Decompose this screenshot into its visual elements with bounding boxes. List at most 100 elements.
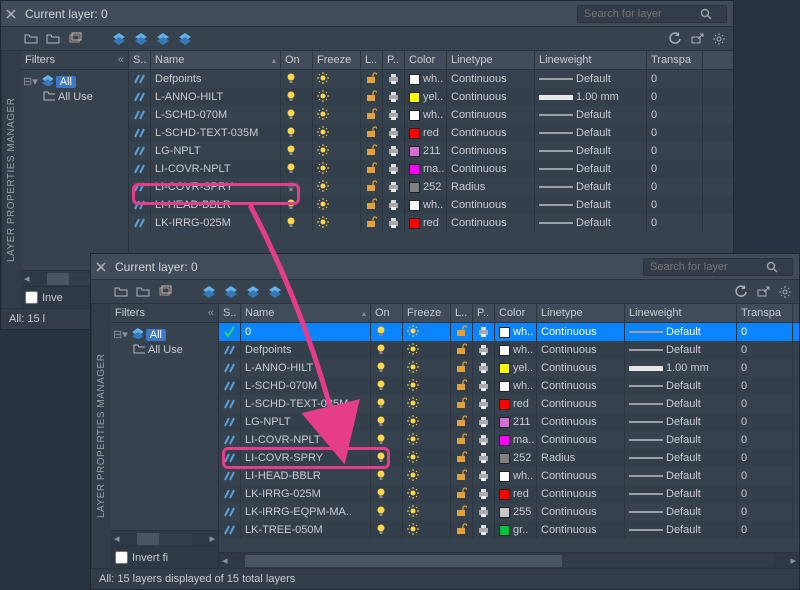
name-cell[interactable]: 0 — [241, 323, 371, 341]
lock-cell[interactable] — [451, 467, 473, 485]
lineweight-cell[interactable]: Default — [535, 214, 647, 232]
linetype-cell[interactable]: Continuous — [537, 323, 625, 341]
status-cell[interactable] — [219, 413, 241, 431]
freeze-cell[interactable] — [403, 323, 451, 341]
plot-cell[interactable] — [383, 124, 405, 142]
on-cell[interactable] — [371, 449, 403, 467]
col-freeze[interactable]: Freeze — [403, 304, 451, 322]
on-cell[interactable] — [371, 341, 403, 359]
layer-row[interactable]: LI-COVR-NPLTma..Continuous Default0 — [129, 160, 733, 178]
transparency-cell[interactable]: 0 — [737, 521, 793, 539]
scroll-track[interactable] — [137, 533, 193, 545]
name-cell[interactable]: L-SCHD-TEXT-035M — [151, 124, 281, 142]
transparency-cell[interactable]: 0 — [647, 88, 703, 106]
lineweight-cell[interactable]: Default — [535, 142, 647, 160]
linetype-cell[interactable]: Continuous — [447, 196, 535, 214]
on-cell[interactable] — [371, 431, 403, 449]
filters-scrollbar[interactable]: ◂ ▸ — [111, 530, 218, 546]
transparency-cell[interactable]: 0 — [647, 70, 703, 88]
plot-cell[interactable] — [383, 178, 405, 196]
lock-cell[interactable] — [361, 106, 383, 124]
freeze-cell[interactable] — [403, 485, 451, 503]
lock-cell[interactable] — [361, 124, 383, 142]
status-cell[interactable] — [219, 341, 241, 359]
layer-row[interactable]: LG-NPLT211Continuous Default0 — [129, 142, 733, 160]
close-icon[interactable] — [93, 259, 109, 275]
linetype-cell[interactable]: Continuous — [447, 160, 535, 178]
lock-cell[interactable] — [361, 178, 383, 196]
plot-cell[interactable] — [473, 467, 495, 485]
col-linetype[interactable]: Linetype — [537, 304, 625, 322]
name-cell[interactable]: LK-IRRG-EQPM-MA.. — [241, 503, 371, 521]
status-cell[interactable] — [129, 88, 151, 106]
on-cell[interactable] — [371, 395, 403, 413]
name-cell[interactable]: L-ANNO-HILT — [151, 88, 281, 106]
refresh-icon[interactable] — [667, 31, 683, 47]
on-cell[interactable] — [281, 160, 313, 178]
freeze-cell[interactable] — [313, 178, 361, 196]
scroll-thumb[interactable] — [137, 533, 159, 545]
layer-row[interactable]: LI-COVR-NPLTma..Continuous Default0 — [219, 431, 799, 449]
lock-cell[interactable] — [451, 413, 473, 431]
plot-cell[interactable] — [473, 377, 495, 395]
filter-all-used[interactable]: All Use — [113, 342, 216, 357]
plot-cell[interactable] — [473, 323, 495, 341]
col-name[interactable]: Name▴ — [241, 304, 371, 322]
status-cell[interactable] — [129, 160, 151, 178]
lock-cell[interactable] — [361, 160, 383, 178]
on-cell[interactable] — [371, 521, 403, 539]
status-cell[interactable] — [129, 142, 151, 160]
status-cell[interactable] — [129, 124, 151, 142]
color-cell[interactable]: wh.. — [495, 341, 537, 359]
color-cell[interactable]: red — [405, 124, 447, 142]
color-cell[interactable]: 211 — [405, 142, 447, 160]
name-cell[interactable]: L-SCHD-070M — [151, 106, 281, 124]
freeze-cell[interactable] — [403, 359, 451, 377]
col-color[interactable]: Color — [495, 304, 537, 322]
layer-row[interactable]: LG-NPLT211Continuous Default0 — [219, 413, 799, 431]
refresh-icon[interactable] — [733, 284, 749, 300]
layers-icon[interactable] — [223, 284, 239, 300]
lineweight-cell[interactable]: Default — [535, 106, 647, 124]
layers-icon[interactable] — [133, 31, 149, 47]
status-cell[interactable] — [219, 323, 241, 341]
status-cell[interactable] — [129, 106, 151, 124]
invert-filter[interactable]: Invert fi — [111, 546, 218, 568]
new-group-icon[interactable] — [23, 31, 39, 47]
status-cell[interactable] — [219, 449, 241, 467]
plot-cell[interactable] — [473, 413, 495, 431]
lineweight-cell[interactable]: Default — [625, 503, 737, 521]
lock-cell[interactable] — [361, 70, 383, 88]
filter-all[interactable]: ⊟▾ All — [23, 74, 126, 89]
name-cell[interactable]: L-SCHD-TEXT-035M — [241, 395, 371, 413]
color-cell[interactable]: 252 — [405, 178, 447, 196]
transparency-cell[interactable]: 0 — [737, 359, 793, 377]
status-cell[interactable] — [219, 521, 241, 539]
lock-cell[interactable] — [361, 142, 383, 160]
lock-cell[interactable] — [361, 214, 383, 232]
freeze-cell[interactable] — [313, 70, 361, 88]
name-cell[interactable]: L-ANNO-HILT — [241, 359, 371, 377]
plot-cell[interactable] — [383, 196, 405, 214]
filter-all-used[interactable]: All Use — [23, 89, 126, 104]
col-lock[interactable]: L.. — [361, 51, 383, 69]
lineweight-cell[interactable]: Default — [625, 467, 737, 485]
color-cell[interactable]: wh.. — [405, 106, 447, 124]
transparency-cell[interactable]: 0 — [737, 503, 793, 521]
transparency-cell[interactable]: 0 — [647, 142, 703, 160]
on-cell[interactable] — [371, 359, 403, 377]
color-cell[interactable]: wh.. — [495, 323, 537, 341]
linetype-cell[interactable]: Continuous — [537, 377, 625, 395]
status-cell[interactable] — [219, 485, 241, 503]
plot-cell[interactable] — [473, 449, 495, 467]
plot-cell[interactable] — [383, 88, 405, 106]
scroll-thumb[interactable] — [245, 555, 562, 567]
name-cell[interactable]: LI-HEAD-BBLR — [241, 467, 371, 485]
layer-row[interactable]: L-SCHD-070Mwh..Continuous Default0 — [129, 106, 733, 124]
name-cell[interactable]: LK-TREE-050M — [241, 521, 371, 539]
settings-icon[interactable] — [777, 284, 793, 300]
linetype-cell[interactable]: Radius — [537, 449, 625, 467]
color-cell[interactable]: wh.. — [405, 70, 447, 88]
layer-row[interactable]: LI-COVR-SPRY252Radius Default0 — [219, 449, 799, 467]
freeze-cell[interactable] — [403, 503, 451, 521]
